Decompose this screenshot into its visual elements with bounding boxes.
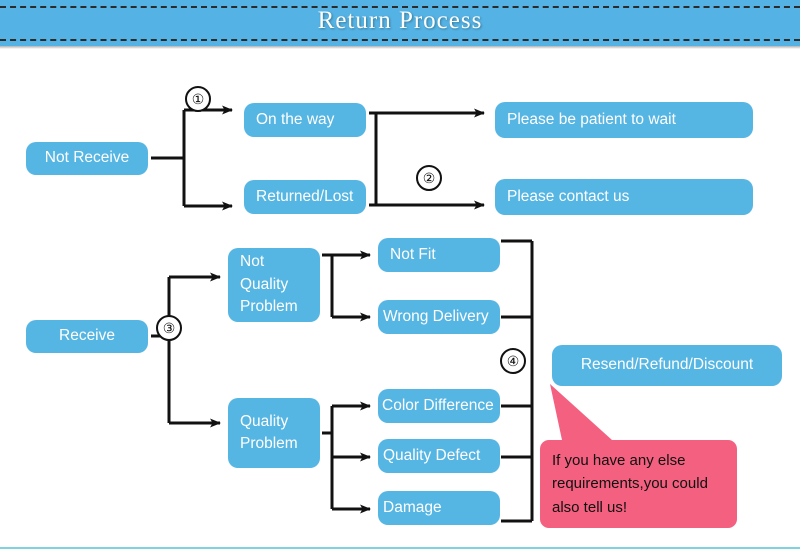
step-marker-1-label: ① [191, 90, 205, 107]
node-not-receive[interactable]: Not Receive [26, 142, 148, 175]
step-marker-2-label: ② [422, 169, 436, 186]
node-not-receive-label: Not Receive [44, 149, 130, 167]
node-wrong-delivery[interactable]: Wrong Delivery [378, 300, 500, 334]
node-not-quality-problem[interactable]: Not Quality Problem [228, 248, 320, 322]
node-on-the-way-label: On the way [256, 110, 335, 128]
step-marker-3-label: ③ [162, 319, 176, 336]
node-on-the-way[interactable]: On the way [244, 103, 366, 137]
node-please-contact-us[interactable]: Please contact us [495, 179, 753, 215]
node-please-be-patient-to-wait[interactable]: Please be patient to wait [495, 102, 753, 138]
node-receive-label: Receive [59, 327, 115, 345]
node-not-fit-label: Not Fit [390, 245, 436, 263]
page-title: Return Process [317, 7, 483, 34]
node-please-contact-us-label: Please contact us [507, 187, 630, 205]
node-quality-defect-label: Quality Defect [383, 446, 481, 464]
step-marker-4-label: ④ [506, 352, 520, 369]
footer-rule [0, 547, 800, 549]
node-not-quality-problem-label: Not Quality Problem [240, 253, 298, 316]
node-quality-defect[interactable]: Quality Defect [378, 439, 500, 473]
header-drop-shadow [0, 46, 800, 49]
node-damage-label: Damage [383, 498, 442, 516]
node-not-fit[interactable]: Not Fit [378, 238, 500, 272]
node-returned-lost[interactable]: Returned/Lost [244, 180, 366, 214]
node-please-be-patient-to-wait-label: Please be patient to wait [507, 110, 676, 128]
step-marker-4: ④ [500, 348, 526, 374]
node-returned-lost-label: Returned/Lost [256, 187, 354, 205]
node-receive[interactable]: Receive [26, 320, 148, 353]
step-marker-1: ① [185, 86, 211, 112]
callout-tail [550, 384, 612, 440]
return-process-infographic: Return Process Not Receive ① On the way … [0, 0, 800, 556]
step-marker-3: ③ [156, 315, 182, 341]
header-dashed-rule-bottom [0, 39, 800, 41]
step-marker-2: ② [416, 165, 442, 191]
node-damage[interactable]: Damage [378, 491, 500, 525]
node-resend-refund-discount[interactable]: Resend/Refund/Discount [552, 345, 782, 386]
page-header-banner: Return Process [0, 0, 800, 46]
node-wrong-delivery-label: Wrong Delivery [383, 307, 489, 325]
node-color-difference-label: Color Difference [382, 396, 494, 414]
node-resend-refund-discount-label: Resend/Refund/Discount [580, 356, 754, 374]
node-quality-problem[interactable]: Quality Problem [228, 398, 320, 468]
callout-bubble: If you have any else requirements,you co… [540, 440, 737, 528]
callout-text: If you have any else requirements,you co… [552, 452, 708, 516]
node-color-difference[interactable]: Color Difference [378, 389, 500, 423]
node-quality-problem-label: Quality Problem [240, 412, 298, 452]
